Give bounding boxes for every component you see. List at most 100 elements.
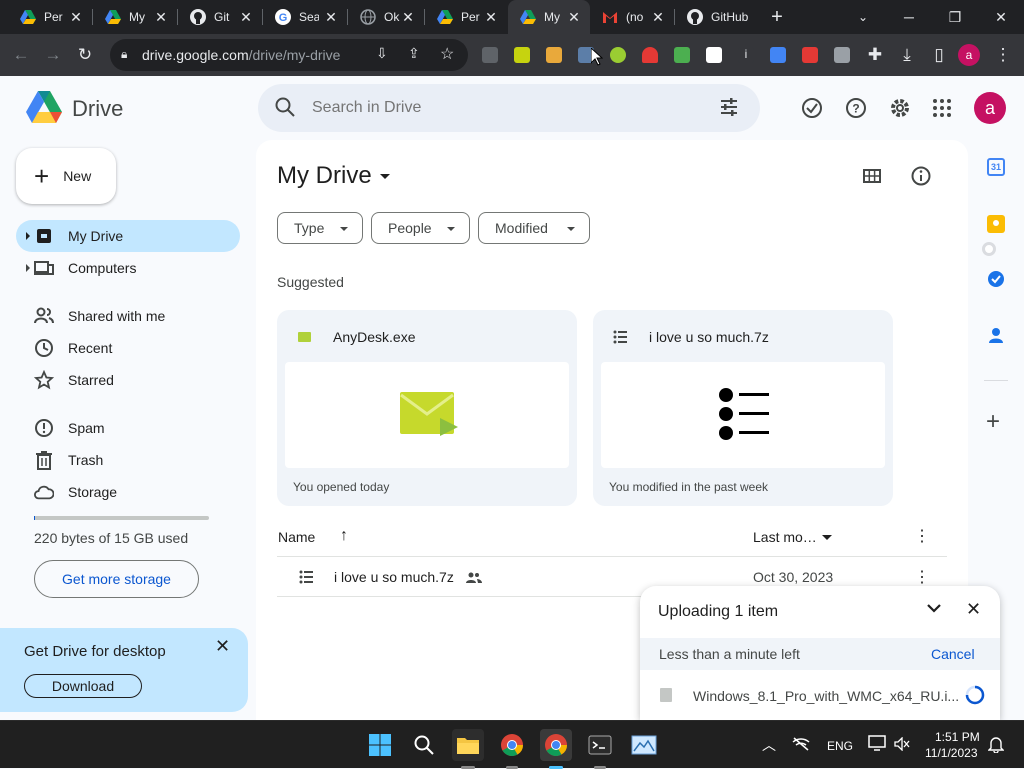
- browser-tab[interactable]: Per ✕: [425, 0, 507, 34]
- apps-grid-icon[interactable]: [930, 96, 954, 120]
- filter-modified-chip[interactable]: Modified: [478, 212, 590, 244]
- back-icon[interactable]: ←: [8, 42, 34, 68]
- close-tab-icon[interactable]: ✕: [68, 9, 84, 25]
- settings-gear-icon[interactable]: [888, 96, 912, 120]
- file-explorer-taskbar-button[interactable]: [452, 729, 484, 761]
- sidebar-item-computers[interactable]: Computers: [16, 252, 240, 284]
- chrome-taskbar-button-active[interactable]: [540, 729, 572, 761]
- download-icon[interactable]: ⤓: [894, 42, 920, 68]
- browser-tab[interactable]: (no ✕: [590, 0, 674, 34]
- search-taskbar-button[interactable]: [408, 729, 440, 761]
- clock-time[interactable]: 1:51 PM: [935, 730, 980, 744]
- drag-handle-icon[interactable]: [982, 242, 996, 256]
- browser-tab-active[interactable]: My ✕: [508, 0, 590, 34]
- extension-icon[interactable]: [514, 47, 530, 63]
- page-title[interactable]: My Drive: [277, 162, 372, 190]
- drive-logo-text[interactable]: Drive: [72, 96, 123, 122]
- info-extension-icon[interactable]: i: [738, 47, 754, 63]
- address-bar[interactable]: 🔒︎ drive.google.com/drive/my-drive ⇩ ⇪ ☆: [110, 39, 468, 71]
- more-vertical-icon[interactable]: ⋮: [914, 567, 930, 587]
- browser-tab[interactable]: Per ✕: [8, 0, 92, 34]
- account-avatar[interactable]: a: [974, 92, 1006, 124]
- close-tab-icon[interactable]: ✕: [323, 9, 339, 25]
- offline-status-icon[interactable]: [800, 96, 824, 120]
- extension-icon[interactable]: [674, 47, 690, 63]
- add-addon-plus-icon[interactable]: +: [986, 410, 1000, 434]
- sidebar-item-spam[interactable]: Spam: [16, 412, 240, 444]
- extension-icon[interactable]: [802, 47, 818, 63]
- keep-icon[interactable]: [987, 215, 1005, 233]
- column-header-name[interactable]: Name: [278, 529, 315, 545]
- close-tab-icon[interactable]: ✕: [400, 9, 416, 25]
- install-icon[interactable]: ⇩: [376, 45, 388, 62]
- search-bar[interactable]: [258, 84, 760, 132]
- chevron-up-icon[interactable]: ︿: [762, 735, 776, 755]
- extension-icon[interactable]: [642, 47, 658, 63]
- calendar-icon[interactable]: 31: [987, 158, 1005, 176]
- extension-icon[interactable]: [610, 47, 626, 63]
- sort-arrow-up-icon[interactable]: ↑: [340, 527, 348, 545]
- extension-icon[interactable]: [546, 47, 562, 63]
- contacts-icon[interactable]: [987, 326, 1005, 349]
- restore-button[interactable]: ❐: [932, 0, 978, 34]
- browser-tab[interactable]: GitHub: [675, 0, 759, 34]
- expand-arrow-icon[interactable]: [26, 264, 30, 272]
- close-tab-icon[interactable]: ✕: [238, 9, 254, 25]
- search-icon[interactable]: [274, 96, 296, 123]
- sidebar-item-trash[interactable]: Trash: [16, 444, 240, 476]
- search-input[interactable]: [312, 96, 692, 120]
- download-button[interactable]: Download: [24, 674, 142, 698]
- network-offline-icon[interactable]: [792, 737, 810, 754]
- sidebar-item-starred[interactable]: Starred: [16, 364, 240, 396]
- tab-search-icon[interactable]: ⌄: [850, 4, 876, 30]
- close-tab-icon[interactable]: ✕: [483, 9, 499, 25]
- new-tab-button[interactable]: +: [764, 4, 790, 30]
- reload-icon[interactable]: ↻: [72, 42, 98, 68]
- share-icon[interactable]: ⇪: [408, 45, 420, 62]
- filter-people-chip[interactable]: People: [371, 212, 470, 244]
- browser-tab[interactable]: G Sea ✕: [263, 0, 347, 34]
- more-vertical-icon[interactable]: ⋮: [914, 526, 930, 546]
- notification-bell-icon[interactable]: [987, 735, 1005, 756]
- terminal-taskbar-button[interactable]: [584, 729, 616, 761]
- language-indicator[interactable]: ENG: [827, 739, 853, 753]
- extension-icon[interactable]: [706, 47, 722, 63]
- close-icon[interactable]: ✕: [966, 599, 981, 620]
- cancel-upload-button[interactable]: Cancel: [931, 646, 975, 662]
- volume-muted-icon[interactable]: [894, 736, 910, 754]
- display-icon[interactable]: [868, 735, 886, 754]
- chevron-down-icon[interactable]: [822, 535, 832, 540]
- image-viewer-taskbar-button[interactable]: [628, 729, 660, 761]
- start-button[interactable]: [364, 729, 396, 761]
- filter-type-chip[interactable]: Type: [277, 212, 363, 244]
- forward-icon[interactable]: →: [40, 42, 66, 68]
- close-tab-icon[interactable]: ✕: [566, 9, 582, 25]
- side-panel-icon[interactable]: ▯: [926, 42, 952, 68]
- close-window-button[interactable]: ✕: [978, 0, 1024, 34]
- close-tab-icon[interactable]: ✕: [153, 9, 169, 25]
- extension-icon[interactable]: [834, 47, 850, 63]
- get-more-storage-button[interactable]: Get more storage: [34, 560, 199, 598]
- browser-tab[interactable]: Ok ✕: [348, 0, 424, 34]
- suggested-card[interactable]: AnyDesk.exe You opened today: [277, 310, 577, 506]
- sidebar-item-recent[interactable]: Recent: [16, 332, 240, 364]
- browser-tab[interactable]: Git ✕: [178, 0, 262, 34]
- collapse-chevron-icon[interactable]: [926, 600, 942, 621]
- info-icon[interactable]: [910, 165, 932, 192]
- sidebar-item-shared-with-me[interactable]: Shared with me: [16, 300, 240, 332]
- sidebar-item-my-drive[interactable]: My Drive: [16, 220, 240, 252]
- new-button[interactable]: + New: [16, 148, 116, 204]
- help-icon[interactable]: ?: [844, 96, 868, 120]
- drive-logo-icon[interactable]: [26, 91, 62, 123]
- tasks-icon[interactable]: [987, 270, 1005, 293]
- chrome-taskbar-button[interactable]: [496, 729, 528, 761]
- page-title-dropdown-icon[interactable]: [380, 174, 390, 179]
- minimize-button[interactable]: ─: [886, 0, 932, 34]
- clock-date[interactable]: 11/1/2023: [925, 746, 978, 760]
- close-tab-icon[interactable]: ✕: [650, 9, 666, 25]
- puzzle-extensions-icon[interactable]: ✚: [862, 42, 888, 68]
- bookmark-star-icon[interactable]: ☆: [440, 44, 454, 64]
- profile-avatar[interactable]: a: [958, 44, 980, 66]
- expand-arrow-icon[interactable]: [26, 232, 30, 240]
- column-header-last-modified[interactable]: Last mo…: [753, 529, 817, 545]
